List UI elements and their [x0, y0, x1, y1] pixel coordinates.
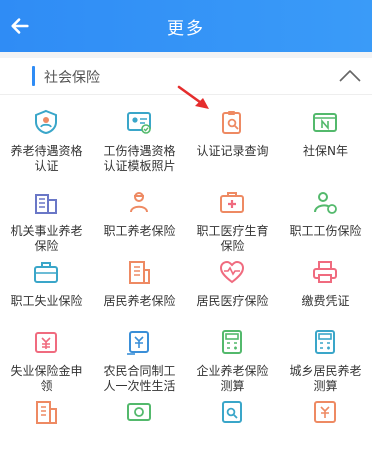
service-injury-qualification[interactable]: 工伤待遇资格 认证模板照片: [93, 96, 186, 176]
collapse-button[interactable]: [336, 64, 364, 88]
service-payment-voucher[interactable]: 缴费凭证: [279, 246, 372, 326]
section-title: 社会保险: [44, 70, 100, 86]
yuan-transfer-icon: [127, 331, 149, 355]
service-auth-record-query[interactable]: 认证记录查询: [186, 96, 279, 176]
service-partial-4[interactable]: [279, 386, 372, 466]
service-label: 职工失业保险: [10, 294, 83, 308]
service-label: 缴费凭证: [301, 294, 350, 308]
service-employee-injury[interactable]: 职工工伤保险: [279, 176, 372, 256]
calculator-icon: [315, 330, 335, 354]
document-search-icon: [222, 401, 242, 423]
service-resident-pension[interactable]: 居民养老保险: [93, 246, 186, 326]
shield-person-icon: [35, 109, 57, 135]
heartbeat-icon: [219, 260, 245, 284]
service-institution-pension[interactable]: 机关事业养老 保险: [0, 176, 93, 256]
yuan-card-icon: [35, 332, 57, 353]
service-enterprise-pension-calc[interactable]: 企业养老保险 测算: [186, 316, 279, 396]
service-label: 居民医疗保险: [196, 294, 269, 308]
office-building-icon: [129, 261, 150, 284]
service-partial-3[interactable]: [186, 386, 279, 466]
chevron-up-icon: [339, 70, 361, 82]
top-bar: 更多: [0, 0, 372, 52]
service-unemployment-benefit[interactable]: 失业保险金申 领: [0, 316, 93, 396]
service-label: 职工养老保险: [103, 224, 176, 238]
page-title: 更多: [167, 19, 205, 39]
yuan-receipt-icon: [314, 401, 336, 423]
medical-kit-icon: [220, 192, 244, 213]
printer-icon: [313, 261, 337, 283]
service-resident-medical[interactable]: 居民医疗保险: [186, 246, 279, 326]
search-document-icon: [127, 403, 151, 421]
service-pension-qualification[interactable]: 养老待遇资格 认证: [0, 96, 93, 176]
service-employee-medical[interactable]: 职工医疗生育 保险: [186, 176, 279, 256]
building-icon: [35, 194, 57, 214]
service-grid: 养老待遇资格 认证 工伤待遇资格 认证模板照片 认证记录查询 社保N年 机关事业…: [0, 96, 372, 424]
service-partial-1[interactable]: [0, 386, 93, 466]
building-icon: [36, 401, 57, 424]
service-label: 职工工伤保险: [289, 224, 362, 238]
service-farmer-contract-lump-sum[interactable]: 农民合同制工 人一次性生活: [93, 316, 186, 396]
clipboard-search-icon: [222, 111, 241, 134]
briefcase-icon: [34, 262, 58, 283]
id-card-icon: [127, 112, 151, 134]
service-partial-2[interactable]: [93, 386, 186, 466]
service-label: 养老待遇资格 认证: [10, 144, 83, 173]
worker-icon: [130, 192, 148, 213]
service-unemployment[interactable]: 职工失业保险: [0, 246, 93, 326]
service-label: 居民养老保险: [103, 294, 176, 308]
calendar-n-icon: [313, 113, 337, 132]
service-urban-rural-pension-calc[interactable]: 城乡居民养老 测算: [279, 316, 372, 396]
calculator-icon: [222, 330, 242, 354]
person-shield-icon: [314, 192, 337, 214]
service-label: 认证记录查询: [196, 144, 269, 158]
service-label: 社保N年: [303, 144, 348, 158]
section-accent-bar: [32, 66, 35, 86]
service-employee-pension[interactable]: 职工养老保险: [93, 176, 186, 256]
service-label: 工伤待遇资格 认证模板照片: [103, 144, 176, 173]
service-social-security-years[interactable]: 社保N年: [279, 96, 372, 176]
